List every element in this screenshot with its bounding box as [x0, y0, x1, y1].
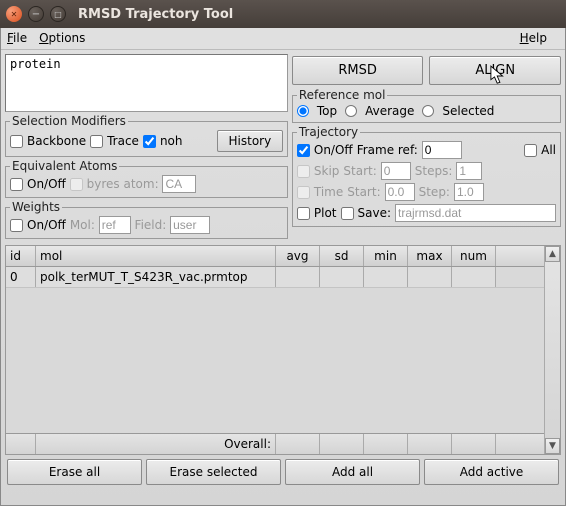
- weights-mol-field: [99, 216, 131, 234]
- window-title: RMSD Trajectory Tool: [78, 7, 233, 22]
- results-table: id mol avg sd min max num 0 polk_terMUT_…: [5, 245, 561, 455]
- cell-max: [408, 267, 452, 287]
- trajectory-group: Trajectory On/Off Frame ref: All Skip St…: [292, 125, 561, 227]
- th-min[interactable]: min: [364, 246, 408, 266]
- time-step-label: Step:: [419, 185, 450, 199]
- byres-checkbox: [70, 178, 83, 191]
- frame-ref-label: Frame ref:: [357, 143, 418, 157]
- erase-selected-button[interactable]: Erase selected: [146, 459, 281, 485]
- skip-steps-label: Steps:: [415, 164, 453, 178]
- cell-num: [452, 267, 496, 287]
- noh-checkbox[interactable]: [143, 135, 156, 148]
- skip-label: Skip: [314, 164, 340, 178]
- th-max[interactable]: max: [408, 246, 452, 266]
- menu-file[interactable]: File: [7, 31, 27, 46]
- time-checkbox: [297, 186, 310, 199]
- th-num[interactable]: num: [452, 246, 496, 266]
- th-avg[interactable]: avg: [276, 246, 320, 266]
- equivalent-atoms-legend: Equivalent Atoms: [10, 159, 119, 173]
- skip-start-label: Start:: [343, 164, 376, 178]
- bottom-toolbar: Erase all Erase selected Add all Add act…: [1, 455, 565, 489]
- time-start-label: Start:: [347, 185, 380, 199]
- menubar: File Options Help: [1, 28, 565, 50]
- ref-top-radio[interactable]: [297, 105, 309, 117]
- ref-average-label: Average: [365, 104, 414, 118]
- plot-checkbox[interactable]: [297, 207, 310, 220]
- trace-checkbox[interactable]: [90, 135, 103, 148]
- th-sd[interactable]: sd: [320, 246, 364, 266]
- equiv-onoff-label: On/Off: [27, 177, 66, 191]
- selection-input[interactable]: [5, 54, 288, 112]
- equivalent-atoms-group: Equivalent Atoms On/Off byres atom:: [5, 159, 288, 198]
- save-checkbox[interactable]: [341, 207, 354, 220]
- ref-top-label: Top: [317, 104, 337, 118]
- weights-legend: Weights: [10, 200, 62, 214]
- skip-checkbox: [297, 165, 310, 178]
- table-body: 0 polk_terMUT_T_S423R_vac.prmtop: [6, 267, 544, 433]
- time-step-field: [454, 183, 484, 201]
- overall-label: Overall:: [36, 434, 276, 454]
- cell-mol: polk_terMUT_T_S423R_vac.prmtop: [36, 267, 276, 287]
- ref-selected-label: Selected: [442, 104, 494, 118]
- weights-field-label: Field:: [135, 218, 167, 232]
- ref-selected-radio[interactable]: [422, 105, 434, 117]
- backbone-checkbox[interactable]: [10, 135, 23, 148]
- weights-onoff-checkbox[interactable]: [10, 219, 23, 232]
- time-label: Time: [314, 185, 343, 199]
- add-all-button[interactable]: Add all: [285, 459, 420, 485]
- cell-avg: [276, 267, 320, 287]
- window-minimize-button[interactable]: [28, 6, 44, 22]
- traj-all-checkbox[interactable]: [524, 144, 537, 157]
- cell-min: [364, 267, 408, 287]
- table-row[interactable]: 0 polk_terMUT_T_S423R_vac.prmtop: [6, 267, 544, 288]
- align-button[interactable]: ALIGN: [429, 56, 561, 85]
- byres-field: [162, 175, 196, 193]
- backbone-label: Backbone: [27, 134, 86, 148]
- window-maximize-button[interactable]: [50, 6, 66, 22]
- add-active-button[interactable]: Add active: [424, 459, 559, 485]
- save-field: [395, 204, 556, 222]
- rmsd-button[interactable]: RMSD: [292, 56, 424, 85]
- plot-label: Plot: [314, 206, 337, 220]
- traj-onoff-label: On/Off: [314, 143, 353, 157]
- selection-modifiers-legend: Selection Modifiers: [10, 114, 128, 128]
- weights-group: Weights On/Off Mol: Field:: [5, 200, 288, 239]
- window-close-button[interactable]: [6, 6, 22, 22]
- cell-sd: [320, 267, 364, 287]
- time-start-field: [385, 183, 415, 201]
- table-header: id mol avg sd min max num: [6, 246, 544, 267]
- traj-onoff-checkbox[interactable]: [297, 144, 310, 157]
- table-footer: Overall:: [6, 433, 544, 454]
- byres-label: byres atom:: [87, 177, 159, 191]
- th-mol[interactable]: mol: [36, 246, 276, 266]
- menu-help[interactable]: Help: [520, 31, 547, 46]
- skip-start-field: [381, 162, 411, 180]
- scroll-up-icon[interactable]: ▲: [545, 246, 560, 262]
- app-window: File Options Help Selection Modifiers Ba…: [0, 28, 566, 506]
- table-scrollbar[interactable]: ▲ ▼: [544, 246, 560, 454]
- frame-ref-field[interactable]: [422, 141, 462, 159]
- weights-mol-label: Mol:: [70, 218, 95, 232]
- menu-options[interactable]: Options: [39, 31, 85, 46]
- selection-modifiers-group: Selection Modifiers Backbone Trace noh H…: [5, 114, 288, 157]
- titlebar: RMSD Trajectory Tool: [0, 0, 566, 28]
- reference-mol-legend: Reference mol: [297, 88, 388, 102]
- noh-label: noh: [160, 134, 183, 148]
- erase-all-button[interactable]: Erase all: [7, 459, 142, 485]
- weights-onoff-label: On/Off: [27, 218, 66, 232]
- skip-steps-field: [456, 162, 482, 180]
- traj-all-label: All: [541, 143, 556, 157]
- equiv-onoff-checkbox[interactable]: [10, 178, 23, 191]
- scroll-down-icon[interactable]: ▼: [545, 438, 560, 454]
- weights-field-field: [170, 216, 210, 234]
- ref-average-radio[interactable]: [345, 105, 357, 117]
- th-id[interactable]: id: [6, 246, 36, 266]
- cell-id: 0: [6, 267, 36, 287]
- save-label: Save:: [358, 206, 392, 220]
- trajectory-legend: Trajectory: [297, 125, 360, 139]
- reference-mol-group: Reference mol Top Average Selected: [292, 88, 561, 123]
- trace-label: Trace: [107, 134, 139, 148]
- history-button[interactable]: History: [217, 130, 283, 152]
